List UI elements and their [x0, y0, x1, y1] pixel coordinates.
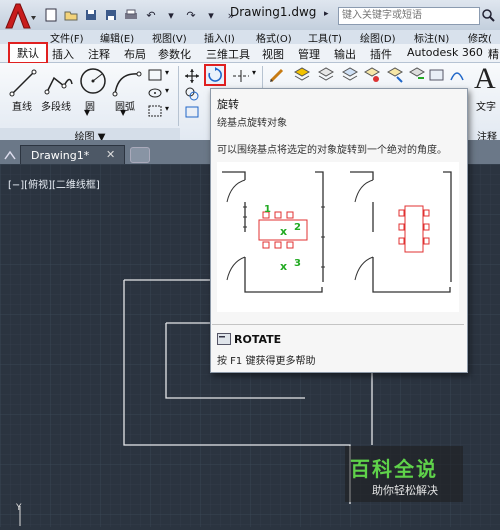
viewport-controls-label[interactable]: [−][俯视][二维线框]	[8, 176, 100, 191]
tab-3d-tools[interactable]: 三维工具	[206, 46, 250, 62]
ribbon-separator	[178, 66, 179, 126]
close-icon[interactable]: ✕	[106, 148, 115, 161]
ellipse-icon[interactable]	[147, 86, 163, 103]
open-folder-icon[interactable]	[62, 6, 80, 24]
layer-tool-7-icon[interactable]	[428, 66, 446, 87]
menu-modify[interactable]: 修改(	[468, 30, 492, 45]
layer-tool-2-icon[interactable]	[317, 66, 335, 87]
tooltip-divider	[212, 324, 464, 325]
layer-tool-8-icon[interactable]	[448, 66, 466, 87]
polyline-icon	[44, 76, 73, 95]
tab-layout[interactable]: 布局	[124, 46, 146, 62]
menu-file[interactable]: 文件(F)	[50, 30, 84, 45]
ellipse-dropdown-icon[interactable]: ▾	[165, 86, 169, 95]
line-tool[interactable]	[8, 68, 38, 101]
redo-icon[interactable]: ↷	[182, 6, 200, 24]
point-label-3: 3	[294, 258, 301, 269]
tab-view[interactable]: 视图	[262, 46, 284, 62]
tooltip-help-text: 按 F1 键获得更多帮助	[217, 356, 316, 367]
tab-plugins[interactable]: 插件	[370, 46, 392, 62]
search-input[interactable]	[339, 8, 465, 23]
tab-output[interactable]: 输出	[334, 46, 356, 62]
search-icon[interactable]	[480, 7, 496, 25]
tooltip-command-name: ROTATE	[234, 333, 282, 346]
new-tab-button[interactable]	[130, 147, 150, 163]
hatch-dropdown-icon[interactable]: ▾	[165, 104, 169, 113]
line-label: 直线	[12, 102, 32, 113]
hatch-icon[interactable]	[147, 104, 163, 121]
tooltip-illustration: 1 2 3 x x	[217, 162, 459, 312]
tab-insert[interactable]: 插入	[52, 46, 74, 62]
line-icon	[9, 69, 37, 97]
arc-icon	[112, 71, 142, 97]
tab-annotate[interactable]: 注释	[88, 46, 110, 62]
rectangle-dropdown-icon[interactable]: ▾	[165, 68, 169, 77]
save-icon[interactable]	[82, 6, 100, 24]
tooltip-description: 可以围绕基点将选定的对象旋转到一个绝对的角度。	[217, 145, 447, 156]
circle-icon	[80, 68, 106, 94]
circle-tool[interactable]	[78, 66, 108, 99]
tooltip-title: 旋转	[217, 98, 239, 111]
rectangle-icon[interactable]	[147, 68, 163, 85]
polyline-label: 多段线	[41, 102, 71, 113]
document-title: Drawing1.dwg	[230, 5, 317, 19]
tab-default[interactable]: 默认	[8, 42, 48, 64]
menu-edit[interactable]: 编辑(E)	[100, 30, 134, 45]
tab-autodesk-360[interactable]: Autodesk 360	[407, 46, 483, 59]
layer-tool-1-icon[interactable]	[293, 66, 311, 87]
watermark-title: 百科全说	[350, 457, 438, 481]
move-icon[interactable]	[184, 68, 200, 87]
tab-parametric[interactable]: 参数化	[158, 46, 191, 62]
print-icon[interactable]	[122, 6, 140, 24]
undo-dropdown-icon[interactable]: ▾	[162, 6, 180, 24]
layer-tool-5-icon[interactable]	[386, 66, 404, 87]
arc-tool[interactable]	[112, 68, 142, 101]
file-tabs-menu-icon[interactable]	[4, 150, 16, 163]
text-icon[interactable]: A	[474, 62, 496, 96]
save-as-icon[interactable]	[102, 6, 120, 24]
layer-tool-6-icon[interactable]	[408, 66, 426, 87]
menu-draw[interactable]: 绘图(D)	[360, 30, 396, 45]
menu-insert[interactable]: 插入(I)	[204, 30, 235, 45]
copy-icon[interactable]	[184, 86, 200, 105]
polyline-tool[interactable]	[44, 68, 74, 101]
new-file-icon[interactable]	[42, 6, 60, 24]
tab-featured[interactable]: 精	[488, 46, 499, 62]
undo-icon[interactable]: ↶	[142, 6, 160, 24]
base-point-marker: x	[280, 225, 287, 238]
point-label-1: 1	[264, 204, 271, 215]
tab-default-label: 默认	[17, 47, 39, 60]
tab-manage[interactable]: 管理	[298, 46, 320, 62]
menu-format[interactable]: 格式(O)	[256, 30, 292, 45]
arc-dropdown-icon[interactable]: ▼	[120, 108, 126, 117]
svg-text:Y: Y	[15, 503, 22, 513]
trim-dropdown-icon[interactable]: ▾	[252, 68, 256, 77]
command-icon	[217, 333, 231, 348]
rotate-button[interactable]	[204, 64, 226, 86]
tooltip-subtitle: 绕基点旋转对象	[217, 118, 287, 129]
layer-tool-3-icon[interactable]	[341, 66, 359, 87]
circle-dropdown-icon[interactable]: ▼	[84, 108, 90, 117]
text-label: 文字	[476, 102, 496, 113]
rotation-point-marker: x	[280, 260, 287, 273]
draw-panel-label[interactable]: 绘图 ▼	[0, 128, 180, 143]
trim-icon[interactable]	[232, 68, 250, 87]
search-field[interactable]	[338, 7, 480, 25]
file-tab-label: Drawing1*	[31, 148, 90, 162]
menu-view[interactable]: 视图(V)	[152, 30, 187, 45]
redo-dropdown-icon[interactable]: ▾	[202, 6, 220, 24]
search-expand-icon[interactable]: ▸	[324, 9, 329, 19]
quick-access-toolbar: ↶ ▾ ↷ ▾ »	[42, 6, 240, 26]
application-menu-button[interactable]	[2, 2, 38, 32]
ucs-icon: Y	[12, 500, 42, 530]
menu-tools[interactable]: 工具(T)	[308, 30, 342, 45]
layer-properties-icon[interactable]	[268, 66, 286, 87]
layer-tool-4-icon[interactable]	[363, 66, 381, 87]
menu-dimension[interactable]: 标注(N)	[414, 30, 449, 45]
stretch-icon[interactable]	[184, 104, 200, 123]
watermark-subtitle: 助你轻松解决	[372, 484, 438, 497]
rotate-icon	[208, 67, 222, 82]
point-label-2: 2	[294, 222, 301, 233]
